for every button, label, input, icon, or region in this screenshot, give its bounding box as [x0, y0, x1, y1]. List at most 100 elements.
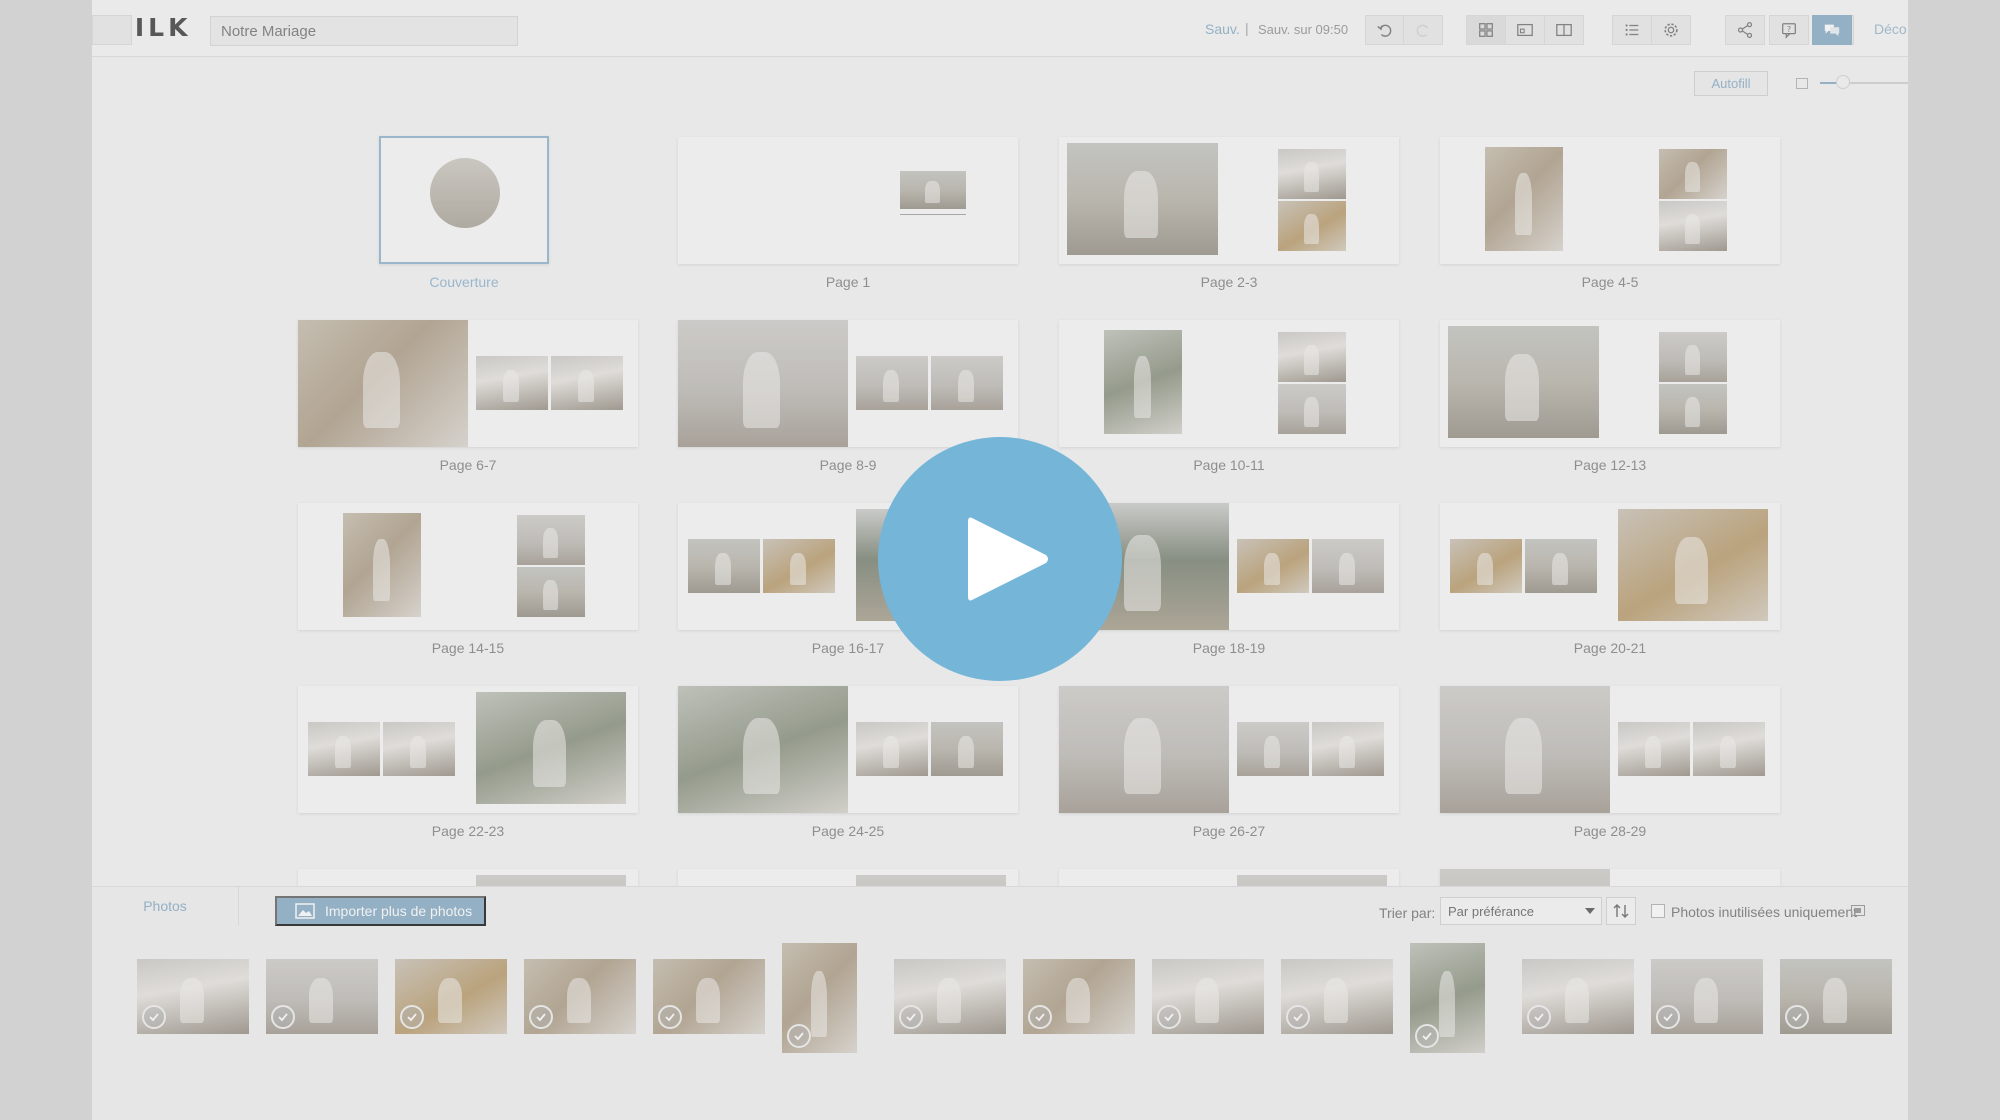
photo-thumbnail[interactable] — [1281, 959, 1393, 1034]
photo-thumbnail[interactable] — [782, 943, 857, 1053]
spread[interactable] — [1440, 686, 1780, 813]
photo-thumbnail[interactable] — [1410, 943, 1485, 1053]
spread-label: Page 18-19 — [1192, 640, 1266, 656]
photo — [1525, 539, 1597, 593]
help-button[interactable]: ? — [1769, 15, 1809, 45]
sort-select[interactable]: Par préférance — [1440, 897, 1602, 925]
used-check-icon — [1656, 1005, 1680, 1029]
photo — [1618, 722, 1690, 776]
spread[interactable] — [678, 137, 1018, 264]
photo — [1618, 509, 1768, 621]
zoom-slider-thumb[interactable] — [1836, 75, 1850, 89]
photo — [1450, 539, 1522, 593]
photo-thumbnail[interactable] — [1651, 959, 1763, 1034]
photo — [856, 356, 928, 410]
unused-only-checkbox[interactable] — [1651, 904, 1665, 918]
photo-thumbnail[interactable] — [1023, 959, 1135, 1034]
photo — [678, 686, 848, 813]
photo — [688, 539, 760, 593]
image-icon — [295, 903, 315, 919]
photo — [1448, 326, 1599, 438]
spread-label: Page 6-7 — [439, 457, 497, 473]
spread-label: Couverture — [429, 274, 499, 290]
used-check-icon — [1527, 1005, 1551, 1029]
undo-button[interactable] — [1365, 15, 1405, 45]
settings-button[interactable] — [1651, 15, 1691, 45]
photo-thumbnail[interactable] — [1780, 959, 1892, 1034]
chat-icon — [1824, 24, 1840, 37]
spread[interactable] — [298, 320, 638, 447]
spread-label: Page 2-3 — [1200, 274, 1258, 290]
photo-thumbnail[interactable] — [524, 959, 636, 1034]
spread[interactable] — [1440, 320, 1780, 447]
spread-view-button[interactable] — [1544, 15, 1584, 45]
photo — [1440, 869, 1610, 886]
spread[interactable] — [1059, 686, 1399, 813]
spread-view-icon — [1556, 23, 1572, 37]
photo — [1312, 539, 1384, 593]
zoom-slider-fill — [1820, 82, 1838, 84]
photo-thumbnail[interactable] — [395, 959, 507, 1034]
spread[interactable] — [1059, 137, 1399, 264]
unused-only-label[interactable]: Photos inutilisées uniquement — [1671, 904, 1857, 920]
save-link[interactable]: Sauv. — [1205, 21, 1240, 37]
spread-partial[interactable] — [298, 869, 638, 886]
play-button[interactable] — [878, 437, 1122, 681]
spread-cover[interactable] — [379, 136, 549, 264]
list-button[interactable] — [1612, 15, 1652, 45]
deco-link[interactable]: Déco — [1874, 21, 1907, 37]
spread-label: Page 22-23 — [431, 823, 505, 839]
spread-partial[interactable] — [1440, 869, 1780, 886]
top-toolbar: MILK Sauv. | Sauv. sur 09:50 — [92, 0, 1908, 57]
used-check-icon — [1286, 1005, 1310, 1029]
photo-thumbnail[interactable] — [1152, 959, 1264, 1034]
photo — [298, 320, 468, 447]
chat-button[interactable] — [1812, 15, 1852, 45]
photo — [763, 539, 835, 593]
photo-thumbnail[interactable] — [266, 959, 378, 1034]
caption-line — [900, 214, 966, 215]
sort-order-button[interactable] — [1606, 897, 1636, 925]
zoom-slider[interactable] — [1820, 82, 1908, 84]
photo — [931, 722, 1003, 776]
share-button[interactable] — [1725, 15, 1765, 45]
redo-button[interactable] — [1403, 15, 1443, 45]
spread-label: Page 24-25 — [811, 823, 885, 839]
photo — [1278, 201, 1346, 251]
spread-partial[interactable] — [678, 869, 1018, 886]
project-title-input[interactable] — [210, 16, 518, 46]
photo — [856, 722, 928, 776]
tab-photos[interactable]: Photos — [92, 887, 239, 925]
used-check-icon — [1157, 1005, 1181, 1029]
photo-thumbnail[interactable] — [894, 959, 1006, 1034]
spread-partial[interactable] — [1059, 869, 1399, 886]
grid-view-button[interactable] — [1466, 15, 1506, 45]
zoom-out-icon[interactable] — [1796, 78, 1808, 89]
import-photos-button[interactable]: Importer plus de photos — [275, 896, 486, 926]
used-check-icon — [1028, 1005, 1052, 1029]
play-icon — [968, 517, 1048, 601]
page-view-button[interactable] — [1505, 15, 1545, 45]
photo — [343, 513, 421, 617]
photo-thumbnail[interactable] — [137, 959, 249, 1034]
spread[interactable] — [1440, 503, 1780, 630]
spread[interactable] — [1059, 320, 1399, 447]
spread[interactable] — [1440, 137, 1780, 264]
photo — [1693, 722, 1765, 776]
spread[interactable] — [298, 686, 638, 813]
spread-label: Page 4-5 — [1581, 274, 1639, 290]
autofill-button[interactable]: Autofill — [1694, 71, 1768, 96]
photo-thumbnail[interactable] — [1522, 959, 1634, 1034]
spread[interactable] — [298, 503, 638, 630]
spread-label: Page 14-15 — [431, 640, 505, 656]
photo-thumbnail[interactable] — [653, 959, 765, 1034]
photo — [931, 356, 1003, 410]
spread[interactable] — [678, 686, 1018, 813]
photo — [1659, 384, 1727, 434]
spread[interactable] — [678, 320, 1018, 447]
photo — [1312, 722, 1384, 776]
panel-toggle-icon[interactable] — [1851, 905, 1865, 916]
save-status: Sauv. sur 09:50 — [1258, 22, 1349, 37]
sort-arrows-icon — [1613, 904, 1629, 918]
photo — [1278, 332, 1346, 382]
